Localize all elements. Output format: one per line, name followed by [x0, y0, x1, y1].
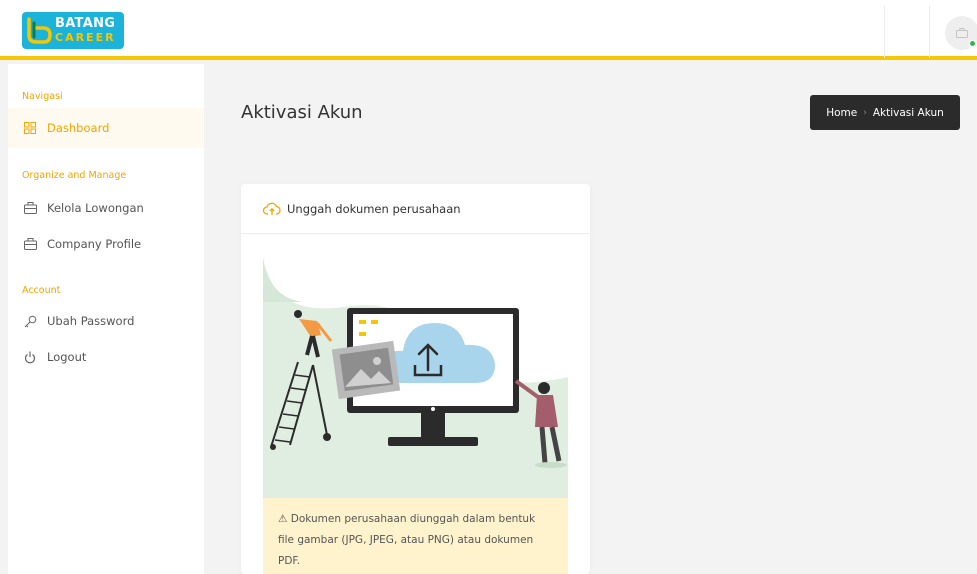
brand-line1: BATANG	[55, 16, 116, 31]
breadcrumb: Home › Aktivasi Akun	[810, 95, 960, 130]
top-header: BATANG CAREER	[0, 0, 977, 60]
header-divider	[929, 6, 930, 58]
page-title: Aktivasi Akun	[241, 102, 363, 123]
upload-card-header: Unggah dokumen perusahaan	[241, 184, 590, 234]
chevron-right-icon: ›	[863, 107, 867, 118]
dashboard-icon	[22, 120, 38, 136]
upload-illustration-art	[263, 257, 568, 498]
brand-logo[interactable]: BATANG CAREER	[22, 12, 124, 49]
upload-notice: ⚠ Dokumen perusahaan diunggah dalam bent…	[263, 498, 568, 574]
logo-mark-icon	[27, 17, 52, 44]
breadcrumb-current: Aktivasi Akun	[872, 106, 944, 119]
briefcase-icon	[22, 236, 38, 252]
online-status-dot	[969, 40, 976, 47]
sidebar-item-company-profile[interactable]: Company Profile	[8, 224, 204, 264]
brand-line2: CAREER	[55, 31, 116, 44]
sidebar-section-organize: Organize and Manage	[22, 170, 127, 181]
key-icon	[22, 313, 38, 329]
sidebar-item-label: Ubah Password	[47, 314, 135, 328]
breadcrumb-home-link[interactable]: Home	[826, 107, 857, 119]
sidebar-item-logout[interactable]: Logout	[8, 337, 204, 377]
briefcase-icon	[956, 28, 968, 38]
sidebar-item-label: Company Profile	[47, 237, 142, 251]
upload-illustration[interactable]	[263, 257, 568, 498]
power-icon	[22, 349, 38, 365]
sidebar-item-label: Logout	[47, 350, 87, 364]
cloud-upload-icon	[263, 202, 281, 215]
sidebar-item-label: Kelola Lowongan	[47, 201, 144, 215]
sidebar-section-account: Account	[22, 285, 61, 296]
briefcase-icon	[22, 200, 38, 216]
upload-card-title: Unggah dokumen perusahaan	[287, 201, 461, 216]
sidebar-item-dashboard[interactable]: Dashboard	[8, 108, 204, 148]
sidebar-section-navigasi: Navigasi	[22, 91, 63, 102]
sidebar-item-kelola-lowongan[interactable]: Kelola Lowongan	[8, 188, 204, 228]
sidebar-item-label: Dashboard	[47, 121, 110, 135]
header-divider	[884, 6, 885, 58]
upload-card: Unggah dokumen perusahaan ⚠ Dokumen peru…	[241, 184, 590, 574]
sidebar: Navigasi Dashboard Organize and Manage K…	[8, 64, 204, 574]
sidebar-item-ubah-password[interactable]: Ubah Password	[8, 301, 204, 341]
